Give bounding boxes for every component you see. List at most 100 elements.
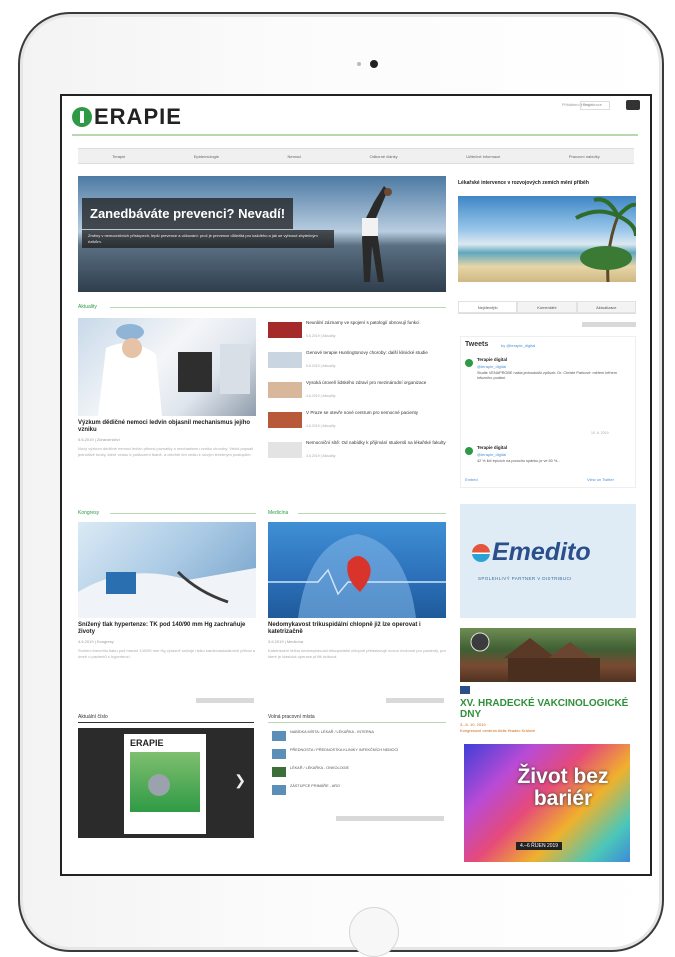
tab-komentare[interactable]: Komentáře — [517, 301, 577, 313]
main-nav: Terapie Epidemiologie Nemoci Odborné člá… — [78, 148, 634, 164]
news-item[interactable]: V Praze se otevře nové centrum pro nemoc… — [268, 410, 446, 432]
nav-item-terapie[interactable]: Terapie — [112, 154, 125, 159]
magazine-logo: ERAPIE — [130, 738, 164, 748]
print-icon[interactable] — [626, 100, 640, 110]
tweet-author[interactable]: Terapie digital — [477, 445, 507, 450]
tab-nejctenejsi[interactable]: Nejčtenější — [458, 301, 518, 313]
blood-pressure-illustration — [78, 568, 256, 618]
job-title[interactable]: LÉKAŘ / LÉKAŘKA - ONKOLOGIE — [290, 766, 440, 771]
header-divider — [72, 134, 638, 136]
job-item[interactable]: ZÁSTUPCE PRIMÁŘE - ARO — [268, 784, 446, 798]
church-photo[interactable] — [460, 628, 636, 682]
nav-item-uzitecne-informace[interactable]: Užitečné informace — [466, 154, 500, 159]
news-meta: 5.6.2019 | Aktuality — [306, 334, 336, 338]
tweet-handle[interactable]: @terapie_digital — [477, 452, 506, 457]
nav-item-pracovni-nabidky[interactable]: Pracovní nabídky — [569, 154, 600, 159]
section-volna-mista-label[interactable]: Volná pracovní místa — [268, 714, 315, 720]
section-aktuality-label[interactable]: Aktuality — [78, 304, 97, 310]
search-input[interactable]: Hledat — [580, 101, 610, 110]
news-thumbnail — [268, 382, 302, 398]
hero-banner[interactable]: Zanedbáváte prevenci? Nevadí! Změny v ne… — [78, 176, 446, 292]
vakcinologie-date: 3.–5. 10. 2019 — [460, 722, 486, 727]
news-meta: 4.6.2019 | Aktuality — [306, 424, 336, 428]
news-title[interactable]: Genové terapie Huntingtonovy choroby: da… — [306, 350, 446, 356]
section-divider — [110, 513, 256, 514]
nav-item-odborne-clanky[interactable]: Odborné články — [370, 154, 398, 159]
logo-text: ERAPIE — [94, 104, 182, 129]
more-jobs-button[interactable] — [336, 816, 444, 821]
emedito-logo: Emedito — [492, 538, 591, 566]
news-title[interactable]: V Praze se otevře nové centrum pro nemoc… — [306, 410, 446, 416]
home-button[interactable] — [349, 907, 399, 957]
magazine-coin-image — [148, 774, 170, 796]
news-item[interactable]: Nemocniční sítě: Od nabídky k přijímání … — [268, 440, 446, 462]
tweet-author[interactable]: Terapie digital — [477, 357, 507, 362]
news-item[interactable]: Genové terapie Huntingtonovy choroby: da… — [268, 350, 446, 372]
zivot-title: Život bez bariér — [517, 765, 609, 810]
tab-aktualizace[interactable]: Aktualizace — [576, 301, 636, 313]
tweet-handle[interactable]: @terapie_digital — [477, 364, 506, 369]
embed-link[interactable]: Embed — [465, 477, 478, 482]
yoga-figure-image — [362, 186, 392, 282]
hero-title[interactable]: Zanedbáváte prevenci? Nevadí! — [82, 198, 294, 229]
website-screen: ERAPIE Přihlášení | Registrace Hledat Te… — [60, 94, 652, 876]
view-on-twitter-link[interactable]: View on Twitter — [587, 477, 614, 482]
article-title[interactable]: Snížený tlak hypertenze: TK pod 140/90 m… — [78, 622, 256, 636]
nav-item-epidemiologie[interactable]: Epidemiologie — [194, 154, 219, 159]
article-title[interactable]: Výzkum dědičné nemoci ledvin objasnil me… — [78, 420, 256, 434]
palm-tree-image — [575, 197, 636, 282]
section-kongresy-label[interactable]: Kongresy — [78, 510, 99, 516]
zivot-date: 4.–6 ŘÍJEN 2019 — [516, 842, 563, 850]
news-thumbnail — [268, 412, 302, 428]
section-divider — [78, 722, 254, 723]
news-item[interactable]: Neurální záznamy ve spojení s patologií … — [268, 320, 446, 342]
job-title[interactable]: PŘEDNOSTA / PŘEDNOSTKA KLINIKY INFEKČNÍC… — [290, 748, 440, 753]
site-logo[interactable]: ERAPIE — [72, 104, 182, 130]
vakcinologie-place: Kongresové centrum Aldis Hradec Králové — [460, 728, 536, 733]
chevron-right-icon[interactable]: ❯ — [234, 772, 246, 789]
job-item[interactable]: LÉKAŘ / LÉKAŘKA - ONKOLOGIE — [268, 766, 446, 780]
section-divider — [110, 307, 446, 308]
current-issue-box[interactable]: ERAPIE ❯ — [78, 728, 254, 838]
ad-logo-icon — [460, 686, 470, 694]
more-button[interactable] — [386, 698, 444, 703]
sidebar-tabs: Nejčtenější Komentáře Aktualizace — [458, 301, 636, 314]
lab-image[interactable] — [78, 318, 256, 416]
news-title[interactable]: Nemocniční sítě: Od nabídky k přijímání … — [306, 440, 446, 446]
avatar[interactable] — [465, 447, 473, 455]
emedito-ad[interactable]: Emedito SPOLEHLIVÝ PARTNER V DISTRIBUCI — [460, 504, 636, 618]
news-thumbnail — [268, 352, 302, 368]
blood-pressure-image[interactable] — [78, 522, 256, 618]
sidebar-feature-title[interactable]: Lékařské intervence v rozvojových zemích… — [458, 180, 638, 186]
more-button[interactable] — [196, 698, 254, 703]
tabs-more-button[interactable] — [582, 322, 636, 327]
article-title[interactable]: Nedomykavost trikuspidální chlopně již l… — [268, 622, 446, 636]
vakcinologie-title[interactable]: XV. HRADECKÉ VAKCINOLOGICKÉ DNY — [460, 698, 636, 720]
heart-image[interactable] — [268, 522, 446, 618]
news-thumbnail — [268, 442, 302, 458]
zivot-bez-barier-ad[interactable]: Život bez bariér 4.–6 ŘÍJEN 2019 — [464, 744, 630, 862]
job-title[interactable]: NABÍDKA MÍSTA: LÉKAŘ / LÉKAŘKA - INTERNA — [290, 730, 440, 735]
logo-icon — [72, 107, 92, 127]
tweets-by-link[interactable]: by @terapie_digital — [501, 343, 535, 348]
tweet-date[interactable]: 10. 6. 2019 — [591, 431, 609, 435]
beach-image[interactable] — [458, 196, 636, 282]
job-icon — [272, 731, 286, 741]
news-title[interactable]: Neurální záznamy ve spojení s patologií … — [306, 320, 446, 326]
job-item[interactable]: NABÍDKA MÍSTA: LÉKAŘ / LÉKAŘKA - INTERNA — [268, 730, 446, 744]
job-item[interactable]: PŘEDNOSTA / PŘEDNOSTKA KLINIKY INFEKČNÍC… — [268, 748, 446, 762]
emedito-tagline: SPOLEHLIVÝ PARTNER V DISTRIBUCI — [478, 576, 572, 581]
nav-item-nemoci[interactable]: Nemoci — [288, 154, 302, 159]
magazine-cover[interactable]: ERAPIE — [124, 734, 206, 834]
section-medicina-label[interactable]: Medicína — [268, 510, 288, 516]
job-icon — [272, 785, 286, 795]
section-aktualni-cislo-label[interactable]: Aktuální číslo — [78, 714, 108, 720]
news-meta: 4.6.2019 | Aktuality — [306, 394, 336, 398]
news-item[interactable]: Vysoká úroveň lidského zdraví pro meziná… — [268, 380, 446, 402]
news-title[interactable]: Vysoká úroveň lidského zdraví pro meziná… — [306, 380, 446, 386]
microscope-image — [98, 324, 250, 416]
emedito-logo-icon — [472, 544, 490, 562]
job-title[interactable]: ZÁSTUPCE PRIMÁŘE - ARO — [290, 784, 440, 789]
job-icon — [272, 749, 286, 759]
avatar[interactable] — [465, 359, 473, 367]
